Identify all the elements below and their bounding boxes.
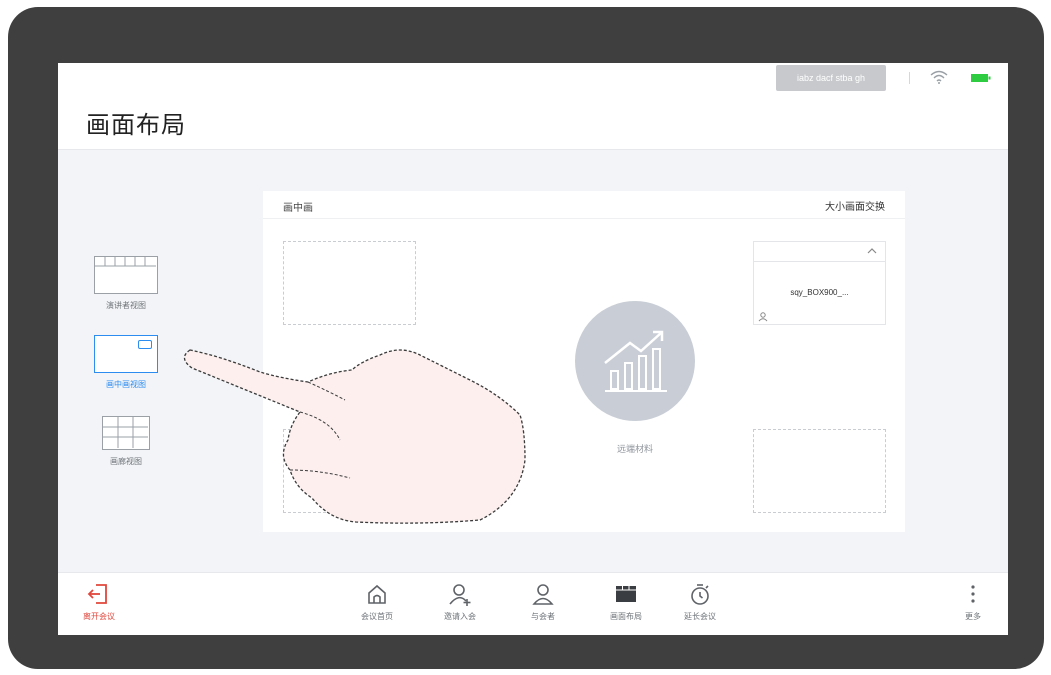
- chevron-up-icon: [867, 248, 877, 254]
- user-icon: [532, 584, 554, 605]
- preview-header: 画中画 大小画面交换: [263, 191, 905, 219]
- tool-label: 离开会议: [83, 612, 115, 621]
- tool-label: 画面布局: [610, 612, 642, 621]
- add-user-icon: [449, 584, 471, 606]
- leave-meeting-button[interactable]: 离开会议: [64, 581, 134, 622]
- video-slot-top-left: [283, 241, 416, 325]
- layout-icon: [616, 586, 636, 602]
- tool-label: 会议首页: [361, 612, 393, 621]
- tablet-bezel: iabz dacf stba gh 画面布局 演讲者视图 画中画视图 画廊视图 …: [8, 7, 1044, 669]
- layout-option-label: 演讲者视图: [106, 301, 146, 310]
- picture-in-picture-icon: [94, 335, 158, 373]
- account-chip: iabz dacf stba gh: [776, 65, 886, 91]
- screen-layout-button[interactable]: 画面布局: [591, 581, 661, 622]
- user-icon: [758, 312, 768, 322]
- bottom-toolbar: 离开会议 会议首页 邀请入会 与会者 画面布局 延长会议 更多: [58, 572, 1008, 635]
- header: 画面布局: [58, 93, 1008, 150]
- invite-button[interactable]: 邀请入会: [425, 581, 495, 622]
- status-bar: iabz dacf stba gh: [58, 63, 1008, 93]
- remote-material-placeholder: [575, 301, 695, 421]
- layout-option-gallery[interactable]: 画廊视图: [86, 416, 166, 467]
- layout-option-label: 画中画视图: [106, 380, 146, 389]
- swap-screens-button[interactable]: 大小画面交换: [825, 198, 885, 213]
- speaker-view-icon: [94, 256, 158, 294]
- layout-preview: 画中画 大小画面交换 sqy_BOX900_... 远端材料: [263, 191, 905, 532]
- video-slot-bottom-right: [753, 429, 886, 513]
- remote-material-label: 远端材料: [616, 444, 653, 454]
- layout-option-speaker[interactable]: 演讲者视图: [86, 256, 166, 311]
- exit-icon: [87, 584, 107, 604]
- wifi-icon: [930, 70, 948, 84]
- status-divider: [909, 72, 910, 84]
- screen: iabz dacf stba gh 画面布局 演讲者视图 画中画视图 画廊视图 …: [58, 63, 1008, 635]
- pip-participant-name: sqy_BOX900_...: [790, 288, 849, 297]
- pip-window[interactable]: sqy_BOX900_...: [753, 241, 886, 325]
- tool-label: 延长会议: [684, 612, 716, 621]
- tool-label: 更多: [965, 612, 981, 621]
- chart-trend-icon: [604, 330, 667, 392]
- battery-icon: [971, 74, 991, 82]
- more-button[interactable]: 更多: [938, 581, 1008, 622]
- gallery-view-icon: [102, 416, 150, 450]
- more-vertical-icon: [971, 585, 975, 603]
- preview-mode-label: 画中画: [283, 203, 313, 214]
- timer-icon: [691, 584, 709, 605]
- home-icon: [368, 584, 386, 604]
- extend-meeting-button[interactable]: 延长会议: [665, 581, 735, 622]
- video-slot-bottom-left: [283, 429, 416, 513]
- tool-label: 邀请入会: [444, 612, 476, 621]
- participants-button[interactable]: 与会者: [508, 581, 578, 622]
- page-title: 画面布局: [86, 111, 186, 139]
- layout-option-label: 画廊视图: [110, 457, 142, 466]
- meeting-home-button[interactable]: 会议首页: [342, 581, 412, 622]
- tool-label: 与会者: [531, 612, 555, 621]
- layout-option-pip[interactable]: 画中画视图: [86, 335, 166, 390]
- pip-collapse-bar[interactable]: [754, 242, 885, 262]
